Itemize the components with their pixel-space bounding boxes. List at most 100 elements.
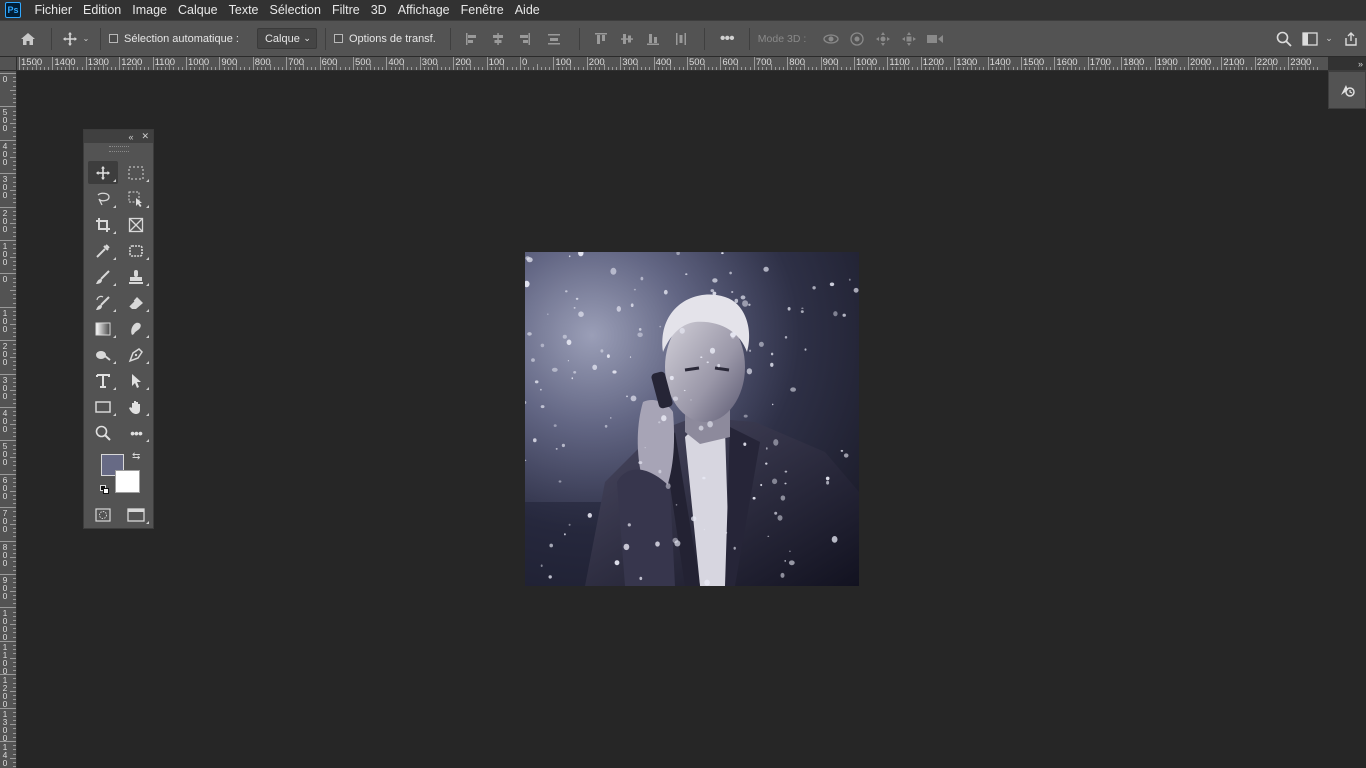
path-select-tool[interactable] <box>121 369 151 392</box>
menu-calque[interactable]: Calque <box>173 3 224 17</box>
history-brush-tool[interactable] <box>88 291 118 314</box>
menu-fenetre[interactable]: Fenêtre <box>455 3 509 17</box>
frame-tool[interactable] <box>121 213 151 236</box>
home-icon[interactable] <box>19 32 37 46</box>
snowflake <box>663 289 668 295</box>
hand-tool[interactable] <box>121 395 151 418</box>
type-tool[interactable] <box>88 369 118 392</box>
expand-panels-icon[interactable]: » <box>1328 57 1366 70</box>
more-tools-icon[interactable]: ••• <box>121 421 151 444</box>
auto-select-checkbox[interactable] <box>109 33 124 45</box>
menu-selection[interactable]: Sélection <box>264 3 326 17</box>
workspace-icon[interactable] <box>1298 31 1322 46</box>
patch-tool[interactable] <box>121 239 151 262</box>
ruler-minor-tick <box>13 294 16 296</box>
menu-texte[interactable]: Texte <box>223 3 264 17</box>
background-color-swatch[interactable] <box>115 470 140 493</box>
distribute-icon[interactable] <box>537 32 571 46</box>
ruler-minor-tick <box>13 665 16 667</box>
snowflake <box>644 447 646 449</box>
ruler-minor-tick <box>1046 67 1048 70</box>
default-colors-icon[interactable] <box>100 485 110 495</box>
eyedropper-tool[interactable] <box>88 239 118 262</box>
ruler-minor-tick <box>1137 64 1139 70</box>
stamp-tool[interactable] <box>121 265 151 288</box>
ruler-minor-tick <box>1238 64 1240 70</box>
3d-orbit-icon[interactable] <box>818 32 844 46</box>
snowflake <box>606 354 610 358</box>
more-options-icon[interactable]: ••• <box>713 30 741 48</box>
pen-tool[interactable] <box>121 343 151 366</box>
smudge-tool[interactable] <box>121 317 151 340</box>
ruler-minor-tick <box>1158 67 1160 70</box>
ruler-minor-tick <box>962 67 964 70</box>
ruler-minor-tick <box>13 365 16 367</box>
ruler-minor-tick <box>10 590 16 592</box>
chevron-down-icon[interactable]: ⌄ <box>80 34 92 43</box>
transform-options-checkbox[interactable] <box>333 33 349 45</box>
eraser-tool[interactable] <box>121 291 151 314</box>
quick-mask-icon[interactable] <box>88 503 118 526</box>
lasso-tool[interactable] <box>88 187 118 210</box>
gradient-tool[interactable] <box>88 317 118 340</box>
align-top-icon[interactable] <box>588 32 614 46</box>
align-bottom-icon[interactable] <box>640 32 666 46</box>
3d-roll-icon[interactable] <box>844 31 870 47</box>
chevron-down-icon: ⌄ <box>303 33 311 43</box>
crop-tool[interactable] <box>88 213 118 236</box>
ruler-corner[interactable] <box>0 57 17 71</box>
ruler-minor-tick <box>745 67 747 70</box>
ruler-minor-tick <box>549 67 551 70</box>
search-icon[interactable] <box>1270 31 1298 47</box>
ruler-minor-tick <box>1083 67 1085 70</box>
move-tool-icon[interactable] <box>60 31 80 47</box>
ruler-minor-tick <box>373 67 375 70</box>
ruler-minor-tick <box>1000 67 1002 70</box>
panel-grip[interactable] <box>108 146 129 152</box>
swap-colors-icon[interactable]: ⇆ <box>132 451 140 462</box>
align-left-icon[interactable] <box>459 32 485 46</box>
snowflake <box>612 370 617 374</box>
ruler-minor-tick <box>13 244 16 246</box>
chevron-down-icon[interactable]: ⌄ <box>1322 33 1336 44</box>
ruler-minor-tick <box>98 67 100 70</box>
menu-fichier[interactable]: Fichier <box>29 3 78 17</box>
tools-panel-header[interactable]: « ✕ <box>84 130 153 143</box>
menu-aide[interactable]: Aide <box>509 3 545 17</box>
move-tool[interactable] <box>88 161 118 184</box>
snowflake <box>774 511 778 515</box>
menu-3d[interactable]: 3D <box>365 3 392 17</box>
object-select-tool[interactable] <box>121 187 151 210</box>
align-hcenter-icon[interactable] <box>485 32 511 46</box>
align-vcenter-icon[interactable] <box>614 32 640 46</box>
rect-marquee-tool[interactable] <box>121 161 151 184</box>
align-right-icon[interactable] <box>511 32 537 46</box>
menu-image[interactable]: Image <box>127 3 173 17</box>
close-icon[interactable]: ✕ <box>141 131 149 142</box>
ruler-minor-tick <box>13 177 16 179</box>
3d-slide-icon[interactable] <box>896 31 922 47</box>
menu-filtre[interactable]: Filtre <box>326 3 365 17</box>
distribute-vertical-icon[interactable] <box>666 32 696 46</box>
screen-mode-icon[interactable] <box>121 503 151 526</box>
vertical-ruler[interactable]: 0 5 0 0 4 0 0 3 0 0 2 0 0 1 0 0 0 1 0 0 2 0 0 3 0… <box>0 71 17 768</box>
auto-select-dropdown[interactable]: Calque ⌄ <box>256 28 317 49</box>
document-canvas-image[interactable] <box>525 252 859 586</box>
history-icon[interactable] <box>1329 72 1365 108</box>
menu-affichage[interactable]: Affichage <box>392 3 455 17</box>
menu-edition[interactable]: Edition <box>78 3 127 17</box>
snowflake <box>534 380 539 384</box>
snowflake <box>765 462 768 465</box>
zoom-tool[interactable] <box>88 421 118 444</box>
rectangle-tool[interactable] <box>88 395 118 418</box>
ruler-minor-tick <box>1146 67 1148 70</box>
ruler-minor-tick <box>13 477 16 479</box>
3d-camera-icon[interactable] <box>922 33 948 45</box>
horizontal-ruler[interactable]: 1500 1400 1300 1200 1100 1000 900 800 700 600 500 4… <box>17 57 1366 71</box>
share-icon[interactable] <box>1336 31 1366 47</box>
3d-pan-icon[interactable] <box>870 31 896 47</box>
collapse-icon[interactable]: « <box>128 132 133 142</box>
ruler-minor-tick <box>1258 67 1260 70</box>
dodge-tool[interactable] <box>88 343 118 366</box>
brush-tool[interactable] <box>88 265 118 288</box>
